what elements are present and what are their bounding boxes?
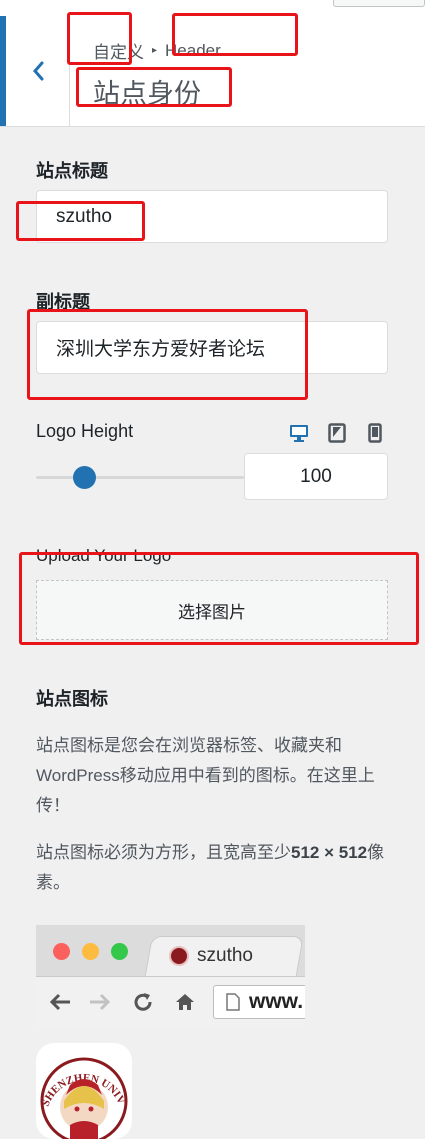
reload-icon [134,993,152,1011]
maximize-dot-icon [111,943,128,960]
tablet-icon [328,423,346,443]
desktop-icon [290,425,308,442]
mobile-preview-button[interactable] [365,423,385,443]
breadcrumb-root: 自定义 [93,43,144,62]
site-title-label: 站点标题 [36,161,108,181]
site-icon-description: 站点图标是您会在浏览器标签、收藏夹和WordPress移动应用中看到的图标。在这… [36,736,375,815]
tablet-preview-button[interactable] [327,423,347,443]
panel-header: 自定义 ▸ Header 站点身份 [0,16,425,127]
university-seal-logo: SHENZHEN UNIVERSITY [36,1043,128,1139]
desktop-preview-button[interactable] [289,423,309,443]
preview-tab-title: szutho [197,945,253,966]
home-icon [176,994,194,1010]
top-bar [0,0,425,17]
site-icon-label: 站点图标 [36,689,108,709]
preview-url-text: www. [249,990,304,1013]
forward-arrow-icon [90,993,111,1011]
page-icon [226,993,240,1011]
close-dot-icon [53,943,70,960]
logo-height-label: Logo Height [36,421,134,441]
logo-height-input[interactable]: 100 [244,453,388,500]
size-note-prefix: 站点图标必须为方形，且宽高至少 [36,843,291,862]
preview-tab-content: szutho [169,945,253,967]
browser-tab-preview: szutho www. [36,925,305,1028]
minimize-dot-icon [82,943,99,960]
size-note-dimensions: 512 × 512 [291,843,368,862]
tagline-label: 副标题 [36,292,90,312]
breadcrumb: 自定义 ▸ Header [93,38,221,63]
logo-height-slider-track[interactable] [36,476,244,479]
site-icon-size-note: 站点图标必须为方形，且宽高至少512 × 512像素。 [36,838,396,898]
site-icon-logo-image: SHENZHEN UNIVERSITY [36,1043,132,1139]
tagline-input[interactable]: 深圳大学东方爱好者论坛 [36,321,388,374]
top-bar-button[interactable] [333,0,425,7]
back-button[interactable] [0,16,70,126]
page-title: 站点身份 [93,79,201,109]
site-title-input[interactable]: szutho [36,190,388,243]
select-image-button[interactable]: 选择图片 [36,580,388,640]
mobile-icon [368,423,382,443]
breadcrumb-separator-icon: ▸ [152,45,158,56]
preview-url-bar: www. [213,985,305,1019]
chevron-left-icon [32,61,43,81]
logo-height-slider-handle[interactable] [73,466,96,489]
back-arrow-icon [49,993,70,1011]
device-switcher [289,423,385,443]
favicon-icon [169,946,189,966]
breadcrumb-section: Header [165,40,221,60]
upload-logo-label: Upload Your Logo [36,546,172,565]
